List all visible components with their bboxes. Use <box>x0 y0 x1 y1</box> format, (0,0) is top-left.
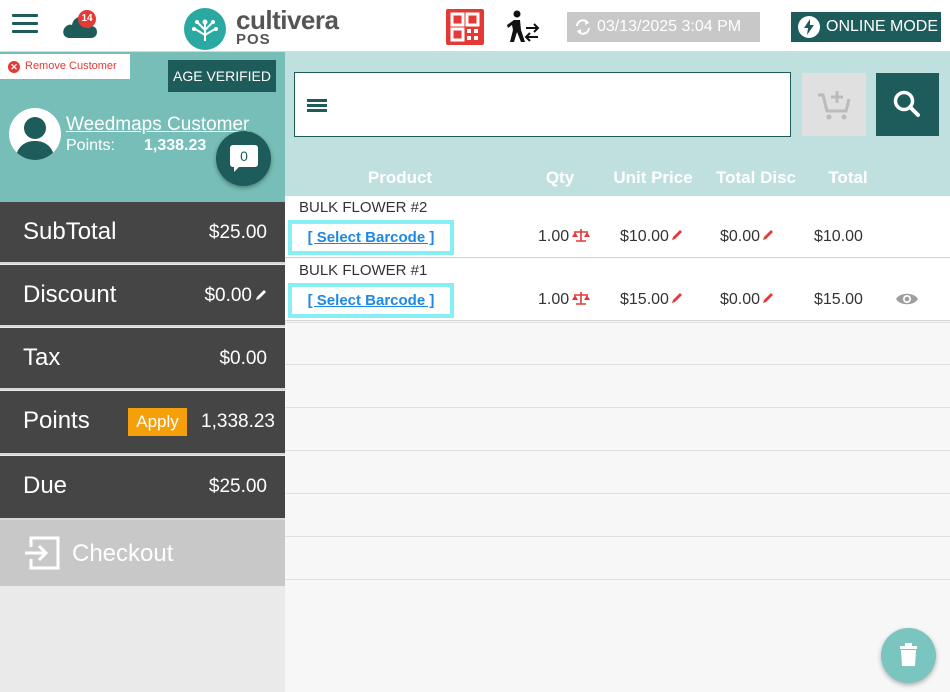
message-bubble-icon <box>234 166 240 172</box>
remove-customer-label: Remove Customer <box>25 60 117 72</box>
product-name: BULK FLOWER #1 <box>299 262 428 279</box>
sync-icon <box>576 19 590 35</box>
column-qty: Qty <box>545 168 575 187</box>
qty-value: 1.00 <box>538 291 570 308</box>
discount-row[interactable]: Discount $0.00 <box>0 265 285 327</box>
row-divider <box>285 322 950 323</box>
qty-cell: 1.00 <box>538 291 591 309</box>
points-value: 1,338.23 <box>144 137 207 154</box>
row-divider <box>285 364 950 365</box>
customer-name-link[interactable]: Weedmaps Customer <box>66 114 249 136</box>
row-divider <box>285 536 950 537</box>
search-button[interactable] <box>876 73 939 136</box>
customer-card: ✕ Remove Customer AGE VERIFIED Weedmaps … <box>0 52 285 202</box>
unit-price-cell: $15.00 <box>620 291 683 309</box>
unit-price-value: $15.00 <box>620 291 669 308</box>
walk-in-customer-icon[interactable] <box>505 10 541 44</box>
points-row: Points Apply 1,338.23 <box>0 391 285 455</box>
column-total-disc: Total Disc <box>716 168 796 187</box>
search-icon <box>893 90 920 117</box>
subtotal-label: SubTotal <box>23 218 117 245</box>
remove-icon: ✕ <box>8 61 20 73</box>
points-row-label: Points <box>23 407 90 434</box>
points-label: Points: <box>66 137 115 154</box>
row-divider <box>285 450 950 451</box>
edit-price-pencil-icon[interactable] <box>671 292 683 304</box>
points-row-value: 1,338.23 <box>201 411 275 432</box>
qty-cell: 1.00 <box>538 228 591 246</box>
edit-pencil-icon[interactable] <box>255 289 267 301</box>
column-product: Product <box>367 168 433 187</box>
product-name: BULK FLOWER #2 <box>299 199 428 216</box>
age-verified-badge: AGE VERIFIED <box>168 60 276 92</box>
due-value: $25.00 <box>208 476 267 497</box>
column-unit-price: Unit Price <box>613 168 693 187</box>
total-disc-cell: $0.00 <box>720 291 774 309</box>
discount-label: Discount <box>23 281 117 308</box>
checkout-exit-icon <box>25 536 60 570</box>
customer-avatar-icon <box>9 108 61 160</box>
message-count: 0 <box>230 145 258 167</box>
row-divider <box>285 493 950 494</box>
apply-points-button[interactable]: Apply <box>128 408 187 436</box>
row-divider <box>285 579 950 580</box>
trash-icon <box>900 643 917 666</box>
subtotal-value: $25.00 <box>208 222 267 243</box>
total-disc-cell: $0.00 <box>720 228 774 246</box>
online-mode-button[interactable]: ONLINE MODE <box>791 12 941 42</box>
top-header: 14 cultivera POS 03/13/2025 3:04 PM ONLI… <box>0 0 950 52</box>
add-cart-icon <box>818 91 851 120</box>
total-value: $15.00 <box>814 291 863 308</box>
edit-discount-pencil-icon[interactable] <box>762 229 774 241</box>
cart-table-header: Product Qty Unit Price Total Disc Total <box>285 158 950 196</box>
discount-value: $0.00 <box>204 285 252 306</box>
online-mode-label: ONLINE MODE <box>826 18 939 35</box>
checkout-button[interactable]: Checkout <box>0 520 285 586</box>
clear-cart-button[interactable] <box>881 628 936 683</box>
weigh-scale-icon[interactable] <box>572 291 591 305</box>
order-summary-panel: ✕ Remove Customer AGE VERIFIED Weedmaps … <box>0 52 285 692</box>
logo-tree-icon <box>184 8 226 50</box>
remove-customer-button[interactable]: ✕ Remove Customer <box>0 54 130 79</box>
product-search-input[interactable] <box>294 72 791 137</box>
barcode-scan-icon <box>307 99 327 114</box>
due-row: Due $25.00 <box>0 456 285 520</box>
eye-icon[interactable] <box>895 291 919 307</box>
edit-price-pencil-icon[interactable] <box>671 229 683 241</box>
edit-discount-pencil-icon[interactable] <box>762 292 774 304</box>
tax-value: $0.00 <box>219 348 267 369</box>
unit-price-value: $10.00 <box>620 228 669 245</box>
tax-label: Tax <box>23 344 61 371</box>
table-row: BULK FLOWER #1 [ Select Barcode ] 1.00 $… <box>285 259 950 321</box>
unit-price-cell: $10.00 <box>620 228 683 246</box>
due-label: Due <box>23 472 68 499</box>
column-total: Total <box>828 168 868 187</box>
discount-value-wrap: $0.00 <box>204 285 267 307</box>
search-bar <box>285 52 950 158</box>
sync-datetime: 03/13/2025 3:04 PM <box>597 18 742 35</box>
sync-status[interactable]: 03/13/2025 3:04 PM <box>567 12 760 42</box>
hamburger-menu-icon[interactable] <box>12 14 38 36</box>
checkout-label: Checkout <box>72 540 174 567</box>
total-disc-value: $0.00 <box>720 228 761 245</box>
select-barcode-link[interactable]: [ Select Barcode ] <box>288 220 454 255</box>
qty-value: 1.00 <box>538 228 570 245</box>
subtotal-row: SubTotal $25.00 <box>0 202 285 264</box>
tax-row: Tax $0.00 <box>0 328 285 390</box>
cloud-count-badge: 14 <box>78 10 96 28</box>
add-to-cart-button[interactable] <box>802 73 866 136</box>
select-barcode-link[interactable]: [ Select Barcode ] <box>288 283 454 318</box>
weigh-scale-icon[interactable] <box>572 228 591 242</box>
qr-code-icon[interactable] <box>446 9 484 45</box>
cultivera-logo: cultivera POS <box>184 5 354 50</box>
lightning-icon <box>798 16 820 38</box>
table-row: BULK FLOWER #2 [ Select Barcode ] 1.00 $… <box>285 196 950 258</box>
brand-sub: POS <box>236 31 271 48</box>
total-value: $10.00 <box>814 228 863 245</box>
cart-panel: Product Qty Unit Price Total Disc Total … <box>285 52 950 692</box>
row-divider <box>285 407 950 408</box>
message-button[interactable]: 0 <box>216 131 271 186</box>
total-disc-value: $0.00 <box>720 291 761 308</box>
